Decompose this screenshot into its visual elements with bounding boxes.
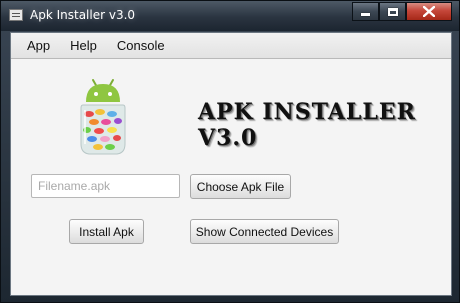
- close-button[interactable]: [406, 2, 452, 21]
- choose-apk-button[interactable]: Choose Apk File: [190, 174, 291, 199]
- menu-bar: App Help Console: [11, 33, 451, 59]
- install-apk-button[interactable]: Install Apk: [69, 219, 144, 244]
- menu-console[interactable]: Console: [107, 38, 175, 53]
- window-title: Apk Installer v3.0: [30, 8, 136, 22]
- close-icon: [423, 6, 435, 17]
- title-bar[interactable]: Apk Installer v3.0: [1, 1, 459, 31]
- minimize-icon: [361, 13, 370, 16]
- minimize-button[interactable]: [352, 2, 379, 21]
- maximize-button[interactable]: [379, 2, 406, 21]
- show-devices-button[interactable]: Show Connected Devices: [190, 219, 339, 244]
- maximize-icon: [387, 7, 398, 16]
- app-window: Apk Installer v3.0 App Help Console APK …: [0, 0, 460, 303]
- app-heading: APK INSTALLER V3.0: [198, 99, 416, 151]
- menu-help[interactable]: Help: [60, 38, 107, 53]
- menu-app[interactable]: App: [17, 38, 60, 53]
- client-area: App Help Console APK INSTALLER V3.0 File…: [10, 32, 452, 296]
- app-icon[interactable]: [9, 9, 23, 21]
- window-controls: [352, 2, 452, 21]
- android-jelly-bean-jar-icon: [80, 79, 126, 155]
- filename-input[interactable]: [31, 174, 180, 198]
